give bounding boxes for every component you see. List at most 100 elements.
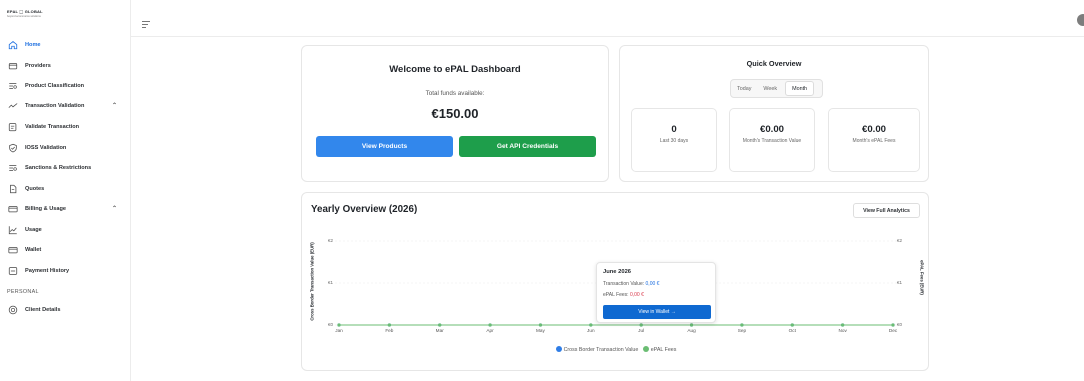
legend-label-transaction[interactable]: Cross Border Transaction Value	[564, 347, 639, 353]
quick-overview-card: Quick Overview Today Week Month 0 Last 3…	[619, 45, 929, 182]
sidebar-item-home[interactable]: Home	[7, 37, 127, 53]
top-bar	[131, 0, 1084, 37]
sidebar-item-client-details[interactable]: Client Details	[7, 302, 127, 318]
sidebar-item-label: Client Details	[25, 307, 61, 313]
y-tick-left: €0	[328, 322, 334, 327]
tooltip-transaction-label: Transaction Value:	[603, 281, 645, 287]
stat-label: Last 30 days	[659, 138, 689, 144]
y-tick-left: €1	[328, 280, 334, 285]
x-tick-label: Aug	[687, 328, 696, 333]
wallet-icon	[7, 244, 19, 256]
sidebar-item-label: Home	[25, 42, 41, 48]
sidebar-item-providers[interactable]: Providers	[7, 58, 127, 74]
chevron-up-icon[interactable]: ⌃	[112, 205, 117, 212]
sidebar-item-product-classification[interactable]: Product Classification	[7, 78, 127, 94]
file-icon	[7, 183, 19, 195]
data-point[interactable]	[538, 323, 543, 327]
x-tick-label: Nov	[838, 328, 847, 333]
tab-month[interactable]: Month	[785, 81, 815, 96]
data-point[interactable]	[790, 323, 794, 327]
tab-today[interactable]: Today	[731, 86, 757, 92]
data-point[interactable]	[387, 323, 391, 327]
quick-overview-title: Quick Overview	[746, 59, 802, 68]
sidebar-item-payment-history[interactable]: Payment History	[7, 263, 127, 279]
chart-line-icon	[7, 224, 19, 236]
legend-swatch-fees	[642, 346, 649, 352]
sidebar-item-validate-transaction[interactable]: Validate Transaction	[7, 119, 127, 135]
funds-label: Total funds available:	[425, 90, 485, 97]
view-in-wallet-button[interactable]: View in Wallet →	[603, 305, 711, 319]
y-tick-right: €1	[897, 280, 903, 285]
yearly-overview-title: Yearly Overview (2026)	[311, 204, 418, 215]
x-tick-label: Jul	[638, 328, 645, 333]
stat-label: Month's Transaction Value	[742, 138, 802, 144]
data-point[interactable]	[689, 323, 694, 327]
x-tick-label: Mar	[435, 328, 444, 333]
home-icon	[7, 39, 19, 51]
tooltip-title: June 2026	[603, 269, 632, 275]
stat-value: €0.00	[861, 124, 886, 135]
hamburger-icon	[142, 21, 150, 28]
user-circle-icon	[7, 304, 19, 316]
sidebar-item-billing-usage[interactable]: Billing & Usage ⌃	[7, 201, 127, 217]
sidebar-item-label: Wallet	[25, 247, 42, 253]
legend-swatch-transaction	[555, 346, 562, 352]
legend-label-fees[interactable]: ePAL Fees	[651, 347, 677, 353]
x-tick-label: Jun	[587, 328, 595, 333]
stat-value: €0.00	[759, 124, 784, 135]
sidebar-item-label: Sanctions & Restrictions	[25, 165, 92, 171]
sidebar-item-label: Billing & Usage	[25, 206, 67, 212]
logo-tagline: beyond ecommerce solutions	[7, 15, 41, 18]
x-tick-label: Apr	[486, 328, 494, 333]
x-tick-label: Dec	[888, 328, 898, 333]
sidebar-item-sanctions-restrictions[interactable]: Sanctions & Restrictions	[7, 160, 127, 176]
stat-value: 0	[671, 124, 677, 135]
x-tick-label: Jan	[335, 328, 343, 333]
data-point[interactable]	[740, 323, 744, 327]
stat-last-30-days: 0 Last 30 days	[631, 108, 717, 172]
sidebar-item-ioss-validation[interactable]: IOSS Validation	[7, 140, 127, 156]
sidebar-item-label: Payment History	[25, 268, 70, 274]
y-tick-right: €0	[897, 322, 903, 327]
sidebar-item-usage[interactable]: Usage	[7, 222, 127, 238]
sidebar-item-label: Product Classification	[25, 83, 85, 89]
stat-month-epal-fees: €0.00 Month's ePAL Fees	[828, 108, 920, 172]
data-point[interactable]	[488, 323, 492, 327]
data-point[interactable]	[589, 323, 593, 327]
chevron-up-icon[interactable]: ⌃	[112, 102, 117, 109]
tab-week[interactable]: Week	[757, 86, 783, 92]
stat-month-transaction-value: €0.00 Month's Transaction Value	[729, 108, 815, 172]
avatar[interactable]	[1077, 14, 1084, 26]
x-tick-label: Oct	[788, 328, 796, 333]
data-point[interactable]	[438, 323, 442, 327]
sidebar-item-label: Usage	[25, 227, 42, 233]
tooltip-fees-row: ePAL Fees: 0,00 €	[603, 292, 644, 298]
tooltip-fees-label: ePAL Fees:	[603, 292, 629, 298]
view-full-analytics-button[interactable]: View Full Analytics	[853, 203, 920, 218]
sidebar-item-label: Providers	[25, 63, 51, 69]
chart-tooltip: June 2026 Transaction Value: 0,00 € ePAL…	[596, 262, 716, 323]
menu-toggle-button[interactable]	[142, 15, 150, 28]
data-point[interactable]	[337, 323, 341, 327]
view-products-button[interactable]: View Products	[316, 136, 453, 157]
sidebar-item-label: Quotes	[25, 186, 45, 192]
sidebar-item-wallet[interactable]: Wallet	[7, 242, 127, 258]
x-tick-label: May	[536, 328, 545, 333]
yearly-chart: Cross Border Transaction Value (EUR) ePA…	[302, 229, 930, 367]
get-api-credentials-button[interactable]: Get API Credentials	[459, 136, 596, 157]
list-search-icon	[7, 80, 19, 92]
data-point[interactable]	[841, 323, 845, 327]
data-point[interactable]	[639, 323, 643, 327]
sidebar-item-label: Transaction Validation	[25, 103, 85, 109]
sidebar-item-transaction-validation[interactable]: Transaction Validation ⌃	[7, 98, 127, 114]
section-label-personal: PERSONAL	[7, 289, 39, 295]
epal-logo[interactable]: EPAL ⬚ GLOBAL beyond ecommerce solutions	[7, 9, 67, 23]
x-tick-label: Sep	[737, 328, 747, 333]
data-point[interactable]	[891, 323, 895, 327]
yearly-overview-card: Yearly Overview (2026) View Full Analyti…	[301, 192, 929, 371]
clipboard-icon	[7, 121, 19, 133]
list-search-icon	[7, 162, 19, 174]
tooltip-transaction-value: 0,00 €	[645, 281, 660, 287]
sidebar-item-quotes[interactable]: Quotes	[7, 181, 127, 197]
y-tick-right: €2	[897, 238, 903, 243]
